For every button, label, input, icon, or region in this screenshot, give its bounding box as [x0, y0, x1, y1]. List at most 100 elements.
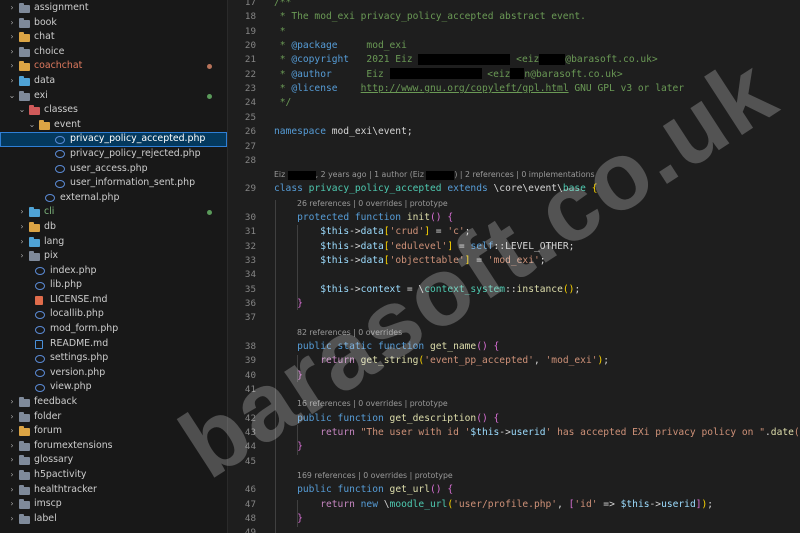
explorer-folder-book[interactable]: › book: [0, 16, 227, 31]
code-line[interactable]: 39 return get_string('event_pp_accepted'…: [228, 354, 800, 369]
chevron-right-icon[interactable]: ›: [8, 45, 16, 60]
codelens[interactable]: 16 references | 0 overrides | prototype: [228, 397, 800, 412]
explorer-folder-chat[interactable]: › chat: [0, 30, 227, 45]
chevron-right-icon[interactable]: ›: [8, 512, 16, 527]
explorer-folder-forum[interactable]: › forum: [0, 424, 227, 439]
chevron-right-icon[interactable]: ›: [8, 497, 16, 512]
explorer-file-mod_form-php[interactable]: mod_form.php: [0, 322, 227, 337]
explorer-file-settings-php[interactable]: settings.php: [0, 351, 227, 366]
explorer-folder-imscp[interactable]: › imscp: [0, 497, 227, 512]
code-line[interactable]: 19 *: [228, 25, 800, 40]
explorer-folder-label[interactable]: › label: [0, 512, 227, 527]
explorer-file-external-php[interactable]: external.php: [0, 191, 227, 206]
code-line[interactable]: 43 return "The user with id '$this->user…: [228, 426, 800, 441]
explorer-folder-cli[interactable]: › cli: [0, 205, 227, 220]
code-line[interactable]: 25: [228, 111, 800, 126]
code-line[interactable]: 40 }: [228, 369, 800, 384]
explorer-folder-glossary[interactable]: › glossary: [0, 453, 227, 468]
explorer-file-index-php[interactable]: index.php: [0, 264, 227, 279]
codelens[interactable]: 26 references | 0 overrides | prototype: [228, 197, 800, 212]
chevron-right-icon[interactable]: ›: [18, 235, 26, 250]
code-text: /**: [274, 0, 292, 8]
code-line[interactable]: 36 }: [228, 297, 800, 312]
code-line[interactable]: 20 * @package mod_exi: [228, 39, 800, 54]
explorer-file-user_access-php[interactable]: user_access.php: [0, 162, 227, 177]
code-line[interactable]: 32 $this->data['edulevel'] = self::LEVEL…: [228, 240, 800, 255]
chevron-right-icon[interactable]: ›: [18, 249, 26, 264]
chevron-right-icon[interactable]: ›: [8, 16, 16, 31]
chevron-right-icon[interactable]: ›: [8, 468, 16, 483]
codelens[interactable]: Eiz , 2 years ago | 1 author (Eiz ) | 2 …: [228, 168, 800, 183]
chevron-down-icon[interactable]: ⌄: [28, 118, 36, 133]
explorer-folder-choice[interactable]: › choice: [0, 45, 227, 60]
chevron-right-icon[interactable]: ›: [18, 220, 26, 235]
explorer-folder-feedback[interactable]: › feedback: [0, 395, 227, 410]
explorer-folder-healthtracker[interactable]: › healthtracker: [0, 483, 227, 498]
code-line[interactable]: 38 public static function get_name() {: [228, 340, 800, 355]
chevron-right-icon[interactable]: ›: [18, 205, 26, 220]
chevron-right-icon[interactable]: ›: [8, 453, 16, 468]
code-line[interactable]: 27: [228, 140, 800, 155]
explorer-file-user_information_sent-php[interactable]: user_information_sent.php: [0, 176, 227, 191]
chevron-right-icon[interactable]: ›: [8, 74, 16, 89]
explorer-folder-h5pactivity[interactable]: › h5pactivity: [0, 468, 227, 483]
code-line[interactable]: 34: [228, 268, 800, 283]
codelens[interactable]: 82 references | 0 overrides: [228, 326, 800, 341]
explorer-folder-classes[interactable]: ⌄ classes: [0, 103, 227, 118]
code-line[interactable]: 21 * @copyright 2021 Eiz <eiz @barasoft.c…: [228, 53, 800, 68]
codelens[interactable]: 169 references | 0 overrides | prototype: [228, 469, 800, 484]
code-line[interactable]: 18 * The mod_exi privacy_policy_accepted…: [228, 10, 800, 25]
code-line[interactable]: 29 class privacy_policy_accepted extends …: [228, 182, 800, 197]
explorer-folder-exi[interactable]: ⌄ exi: [0, 89, 227, 104]
code-line[interactable]: 46 public function get_url() {: [228, 483, 800, 498]
chevron-right-icon[interactable]: ›: [8, 59, 16, 74]
chevron-right-icon[interactable]: ›: [8, 410, 16, 425]
explorer-file-README-md[interactable]: README.md: [0, 337, 227, 352]
code-line[interactable]: 23 * @license http://www.gnu.org/copylef…: [228, 82, 800, 97]
explorer-folder-pix[interactable]: › pix: [0, 249, 227, 264]
chevron-right-icon[interactable]: ›: [8, 30, 16, 45]
explorer-file-privacy_policy_accepted-php[interactable]: privacy_policy_accepted.php: [0, 132, 227, 147]
code-line[interactable]: 22 * @author Eiz <eiz n@barasoft.co.uk>: [228, 68, 800, 83]
explorer-file-privacy_policy_rejected-php[interactable]: privacy_policy_rejected.php: [0, 147, 227, 162]
code-line[interactable]: 26 namespace mod_exi\event;: [228, 125, 800, 140]
chevron-down-icon[interactable]: ⌄: [8, 89, 16, 104]
chevron-right-icon[interactable]: ›: [8, 1, 16, 16]
explorer-folder-folder[interactable]: › folder: [0, 410, 227, 425]
code-line[interactable]: 42 public function get_description() {: [228, 412, 800, 427]
explorer-folder-coachchat[interactable]: › coachchat: [0, 59, 227, 74]
chevron-right-icon[interactable]: ›: [8, 483, 16, 498]
code-line[interactable]: 30 protected function init() {: [228, 211, 800, 226]
php-file-icon: [35, 310, 45, 319]
code-line[interactable]: 24 */: [228, 96, 800, 111]
code-line[interactable]: 49: [228, 526, 800, 533]
code-text: return "The user with id '$this->userid'…: [320, 426, 800, 438]
code-line[interactable]: 28: [228, 154, 800, 169]
explorer-folder-event[interactable]: ⌄ event: [0, 118, 227, 133]
chevron-right-icon[interactable]: ›: [8, 424, 16, 439]
code-line[interactable]: 33 $this->data['objecttable'] = 'mod_exi…: [228, 254, 800, 269]
code-line[interactable]: 44 }: [228, 440, 800, 455]
explorer-folder-assignment[interactable]: › assignment: [0, 1, 227, 16]
code-line[interactable]: 45: [228, 455, 800, 470]
code-editor[interactable]: 17 /** 18 * The mod_exi privacy_policy_acc…: [228, 0, 800, 533]
explorer-file-locallib-php[interactable]: locallib.php: [0, 307, 227, 322]
explorer-file-LICENSE-md[interactable]: LICENSE.md: [0, 293, 227, 308]
code-line[interactable]: 47 return new \moodle_url('user/profile.…: [228, 498, 800, 513]
explorer-folder-forumextensions[interactable]: › forumextensions: [0, 439, 227, 454]
code-line[interactable]: 41: [228, 383, 800, 398]
explorer-file-version-php[interactable]: version.php: [0, 366, 227, 381]
code-line[interactable]: 35 $this->context = \context_system::ins…: [228, 283, 800, 298]
explorer-folder-db[interactable]: › db: [0, 220, 227, 235]
chevron-down-icon[interactable]: ⌄: [18, 103, 26, 118]
explorer-folder-data[interactable]: › data: [0, 74, 227, 89]
code-line[interactable]: 37: [228, 311, 800, 326]
chevron-right-icon[interactable]: ›: [8, 395, 16, 410]
explorer-folder-lang[interactable]: › lang: [0, 235, 227, 250]
chevron-right-icon[interactable]: ›: [8, 439, 16, 454]
explorer-file-lib-php[interactable]: lib.php: [0, 278, 227, 293]
code-line[interactable]: 17 /**: [228, 0, 800, 11]
explorer-file-view-php[interactable]: view.php: [0, 380, 227, 395]
code-line[interactable]: 48 }: [228, 512, 800, 527]
code-line[interactable]: 31 $this->data['crud'] = 'c';: [228, 225, 800, 240]
